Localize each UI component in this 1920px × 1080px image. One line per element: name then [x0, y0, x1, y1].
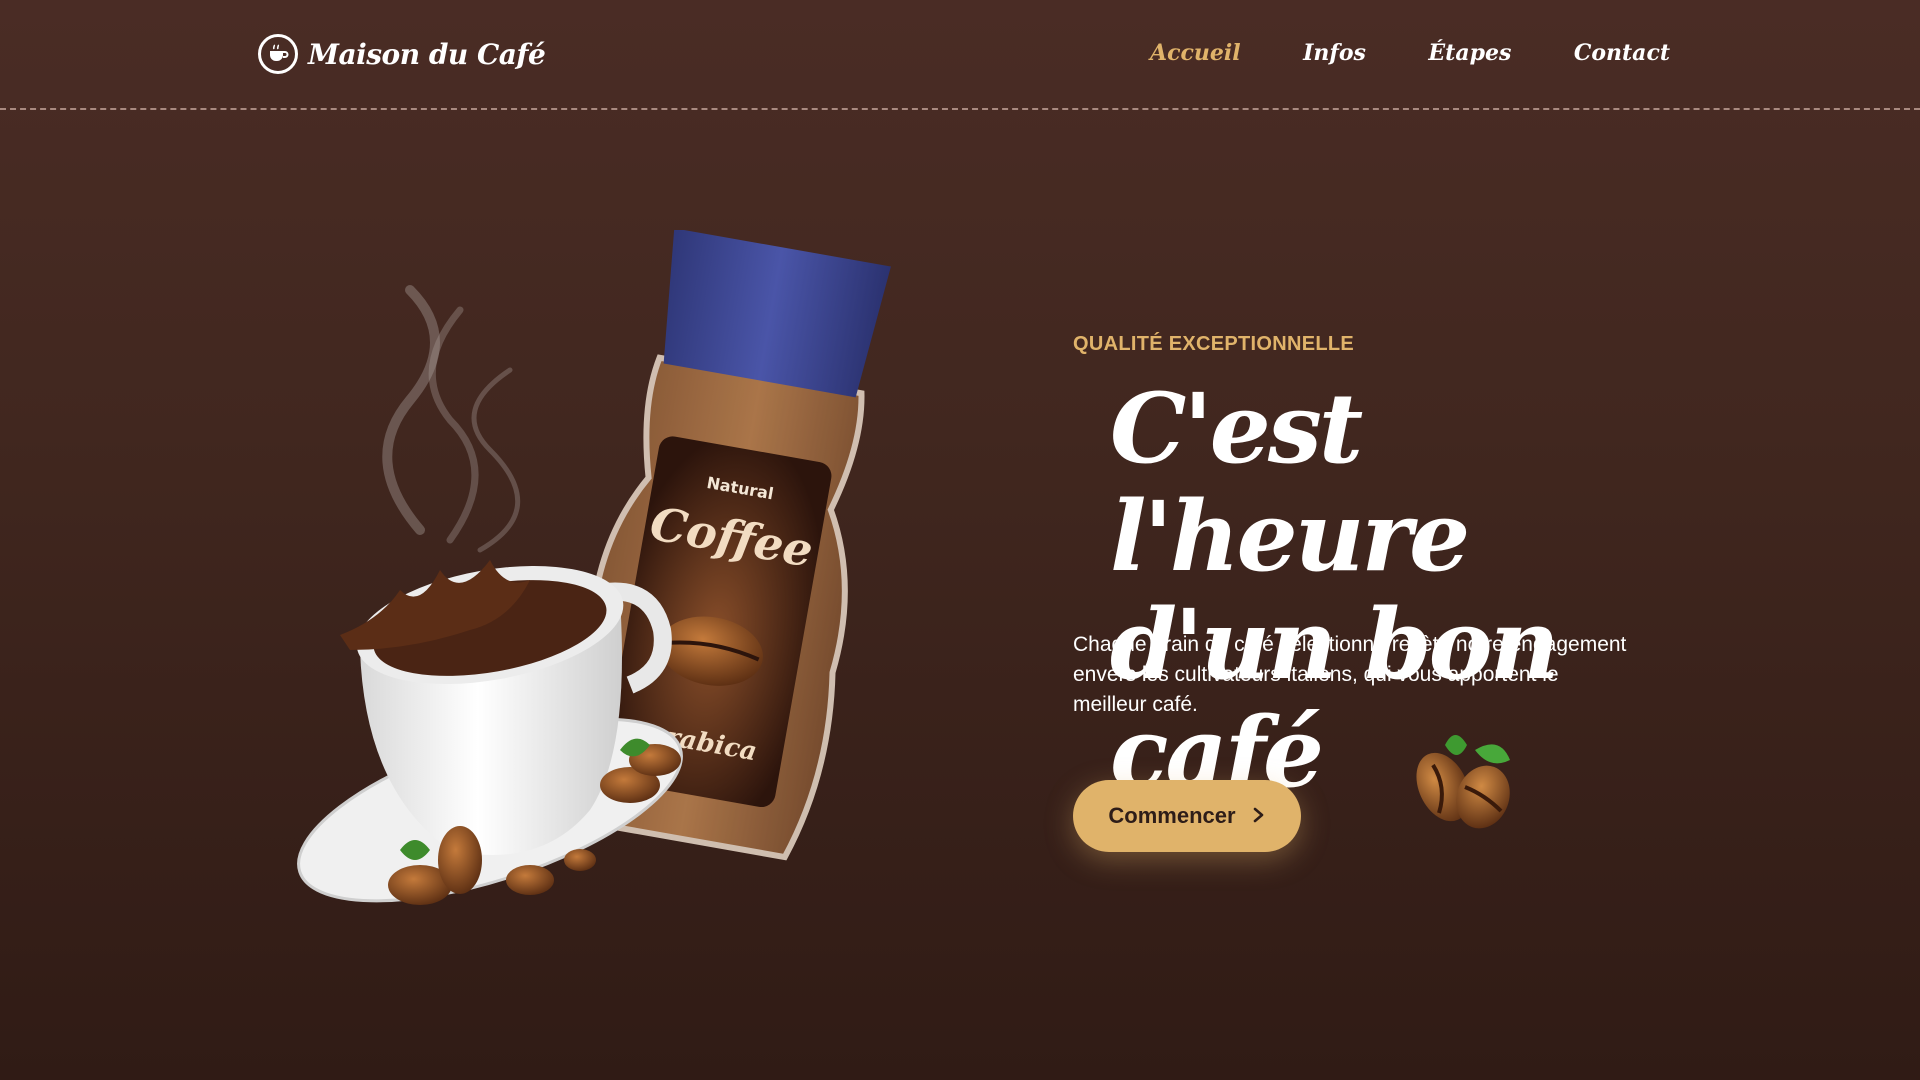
- header-divider: [0, 108, 1920, 110]
- commencer-button[interactable]: Commencer: [1073, 780, 1301, 852]
- nav-item-accueil[interactable]: Accueil: [1150, 40, 1241, 66]
- steam-illustration: [382, 285, 520, 553]
- hero-illustration: Natural Coffee arabica: [290, 228, 990, 950]
- nav-item-contact[interactable]: Contact: [1574, 40, 1670, 66]
- nav-item-etapes[interactable]: Étapes: [1428, 40, 1511, 66]
- coffee-cup-icon: [258, 34, 298, 74]
- commencer-button-label: Commencer: [1108, 803, 1236, 828]
- brand-name: Maison du Café: [308, 37, 546, 71]
- main-nav: Accueil Infos Étapes Contact: [1150, 40, 1670, 66]
- hero-eyebrow: QUALITÉ EXCEPTIONNELLE: [1073, 333, 1355, 355]
- nav-item-infos[interactable]: Infos: [1303, 40, 1366, 66]
- hero-description: Chaque grain de café sélectionné reflète…: [1073, 633, 1627, 716]
- brand-logo[interactable]: Maison du Café: [258, 34, 546, 74]
- coffee-beans-decoration: [1405, 725, 1535, 835]
- headline-line-1: C'est l'heure: [1110, 372, 1470, 593]
- hero-headline: C'est l'heure d'un bon café: [1110, 375, 1670, 807]
- chevron-right-icon: [1252, 803, 1266, 829]
- site-header: Maison du Café Accueil Infos Étapes Cont…: [0, 0, 1920, 110]
